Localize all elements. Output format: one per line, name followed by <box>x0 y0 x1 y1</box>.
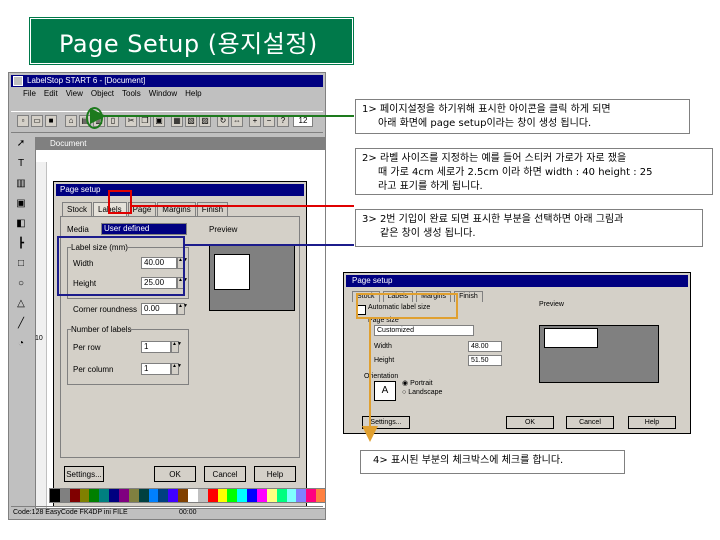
arrow-overlay <box>90 108 378 442</box>
